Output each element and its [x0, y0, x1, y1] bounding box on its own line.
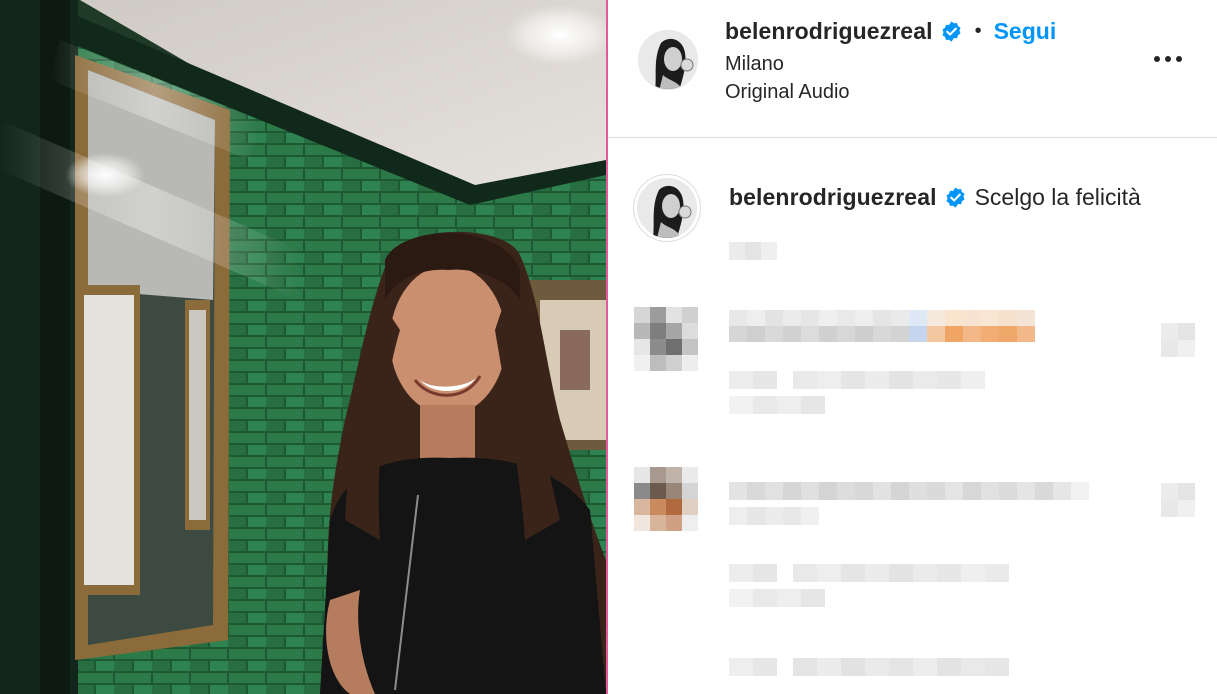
follow-button[interactable]: Segui — [994, 18, 1057, 45]
post-header: belenrodriguezreal • Segui Milano Origin… — [608, 0, 1217, 138]
caption-username-link[interactable]: belenrodriguezreal — [729, 184, 937, 211]
more-options-icon[interactable] — [1148, 44, 1188, 74]
audio-link[interactable]: Original Audio — [725, 81, 850, 104]
comment-text-blurred — [729, 482, 1099, 532]
comment-text-blurred — [729, 310, 1069, 342]
caption: belenrodriguezreal Scelgo la felicità — [729, 181, 1141, 213]
video-frame — [0, 0, 606, 694]
caption-avatar[interactable] — [634, 175, 700, 241]
username-link[interactable]: belenrodriguezreal — [725, 18, 933, 45]
heart-icon-blurred[interactable] — [1161, 323, 1195, 357]
avatar-image — [637, 178, 697, 238]
caption-text: Scelgo la felicità — [974, 183, 1141, 210]
post-sidebar: belenrodriguezreal • Segui Milano Origin… — [608, 0, 1217, 694]
avatar-image — [639, 31, 697, 89]
separator-dot: • — [974, 20, 982, 42]
location-link[interactable]: Milano — [725, 53, 784, 76]
profile-avatar[interactable] — [638, 30, 698, 90]
header-user-line: belenrodriguezreal • Segui — [725, 16, 1056, 46]
post-video[interactable] — [0, 0, 606, 694]
comment-avatar-blurred — [634, 467, 698, 531]
caption-timestamp-blurred — [729, 242, 777, 260]
verified-badge-icon — [944, 186, 967, 209]
comment-avatar-blurred — [634, 307, 698, 371]
comment-text-blurred — [729, 658, 1039, 694]
verified-badge-icon — [940, 20, 963, 43]
comment-meta-blurred — [729, 564, 1029, 614]
comment-meta-blurred — [729, 371, 1009, 421]
heart-icon-blurred[interactable] — [1161, 483, 1195, 517]
